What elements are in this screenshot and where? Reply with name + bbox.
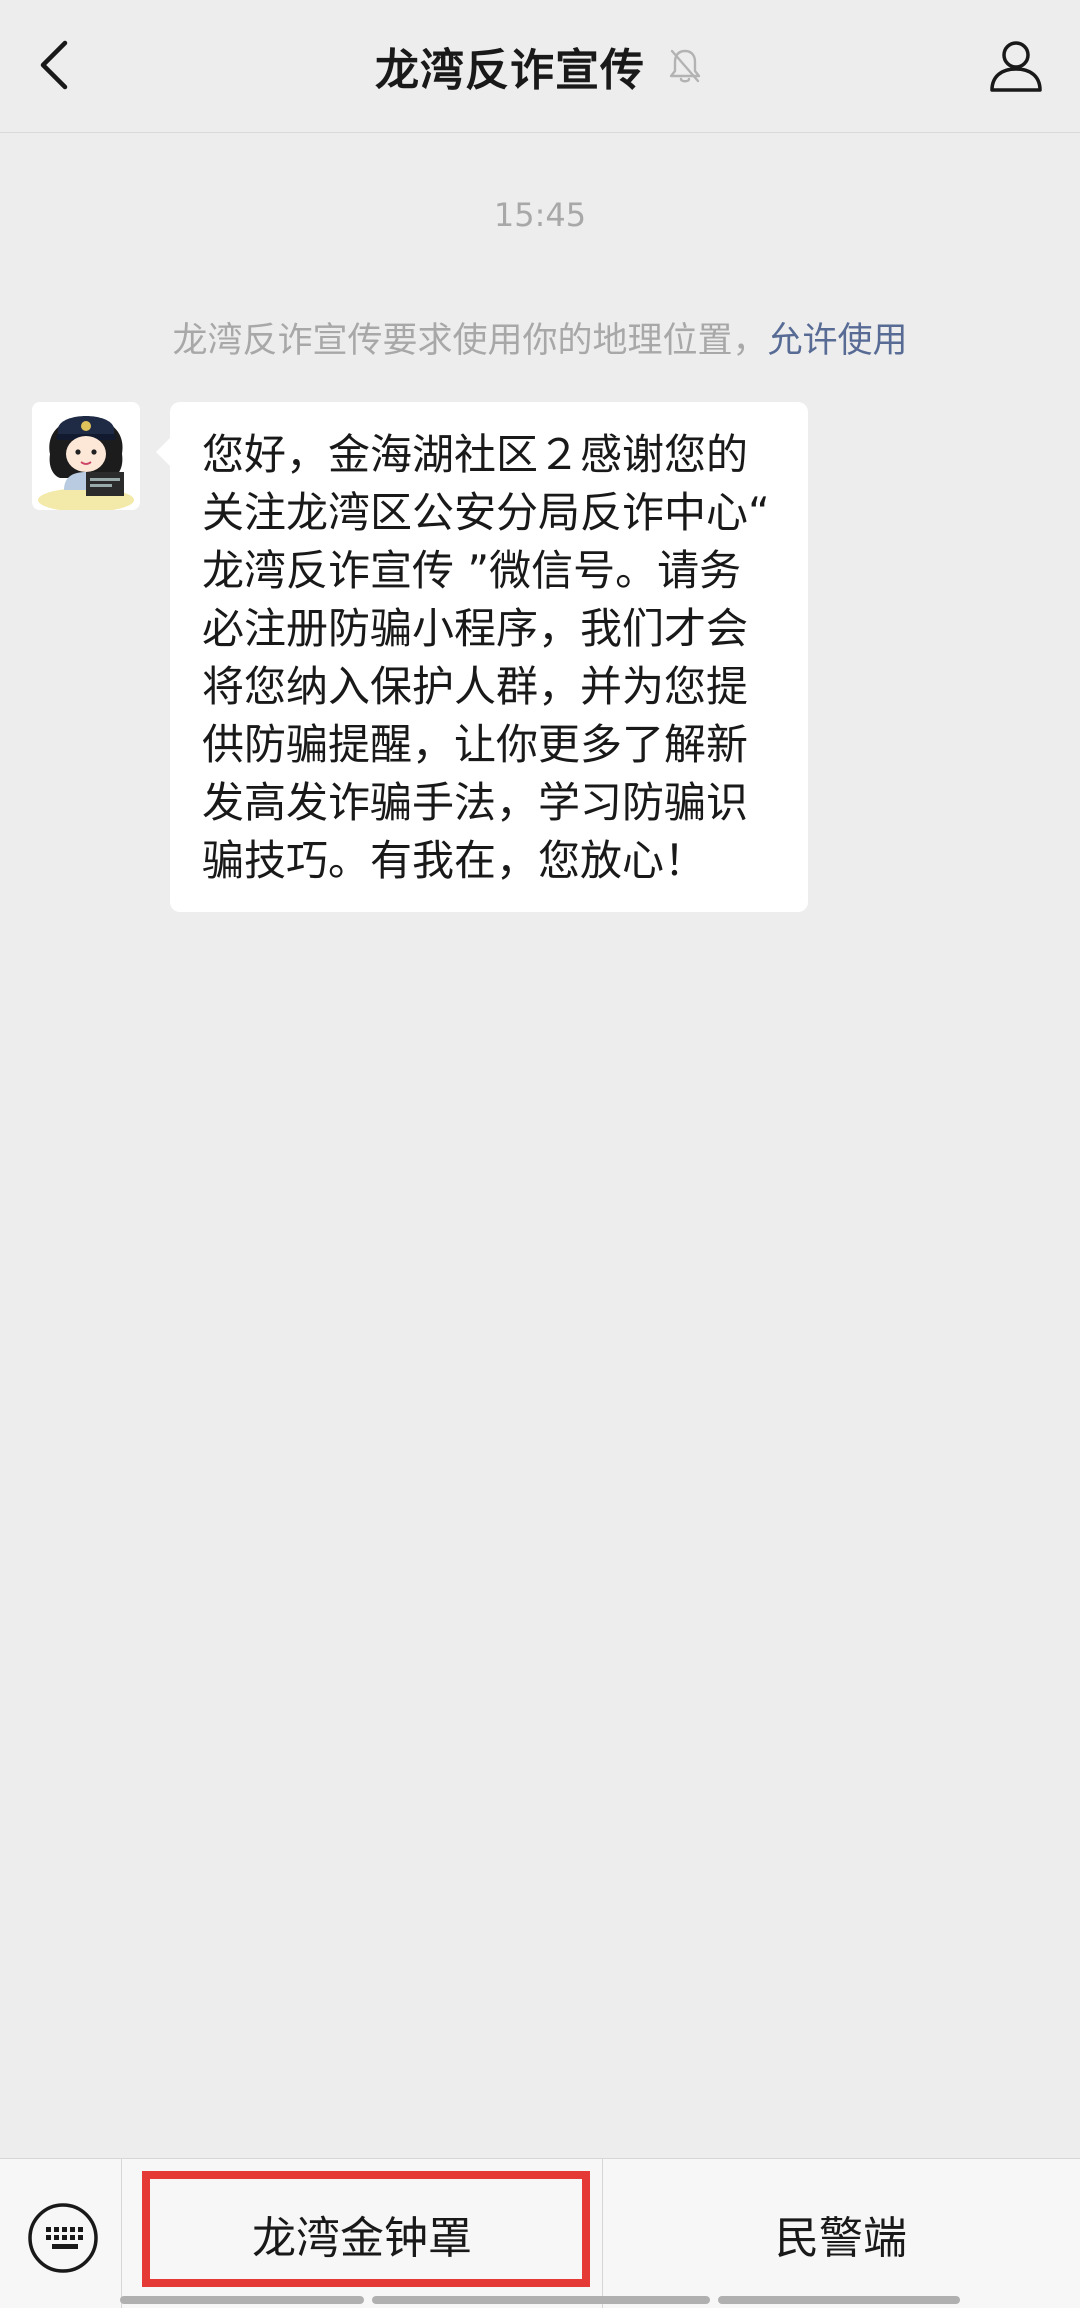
home-indicator-segment [718, 2296, 960, 2304]
notice-text: 龙湾反诈宣传要求使用你的地理位置， [172, 321, 768, 361]
menu-item-longwan-jinzhongzhao[interactable]: 龙湾金钟罩 [122, 2159, 602, 2308]
message-timestamp: 15:45 [493, 196, 587, 234]
allow-location-link[interactable]: 允许使用 [768, 321, 908, 361]
person-icon [990, 41, 1042, 92]
menu-item-police[interactable]: 民警端 [602, 2159, 1080, 2308]
home-indicator-segment [120, 2296, 364, 2304]
chat-title: 龙湾反诈宣传 [375, 45, 645, 96]
message-bubble[interactable]: 您好，金海湖社区２感谢您的关注龙湾区公安分局反诈中心“ 龙湾反诈宣传 ”微信号。… [156, 402, 808, 912]
menu-item-label: 龙湾金钟罩 [252, 2213, 472, 2264]
location-permission-notice: 龙湾反诈宣传要求使用你的地理位置，允许使用 [0, 312, 1080, 363]
bell-muted-icon [665, 46, 705, 86]
back-button[interactable] [20, 30, 90, 100]
title-wrap: 龙湾反诈宣传 [0, 0, 1080, 132]
chat-screen: 龙湾反诈宣传 15:45 龙湾反诈宣传要求使用你的地理位置，允许使用 您好，金海… [0, 0, 1080, 2308]
keyboard-icon [28, 2203, 98, 2273]
home-indicator-segment [372, 2296, 710, 2304]
chevron-left-icon [40, 40, 68, 90]
bottom-menu-bar: 龙湾金钟罩 民警端 [0, 2158, 1080, 2308]
police-cartoon-avatar-icon [32, 402, 140, 510]
menu-item-label: 民警端 [775, 2213, 907, 2264]
keyboard-toggle-button[interactable] [26, 2201, 100, 2275]
profile-button[interactable] [980, 30, 1052, 102]
chat-header: 龙湾反诈宣传 [0, 0, 1080, 133]
avatar[interactable] [32, 402, 140, 510]
